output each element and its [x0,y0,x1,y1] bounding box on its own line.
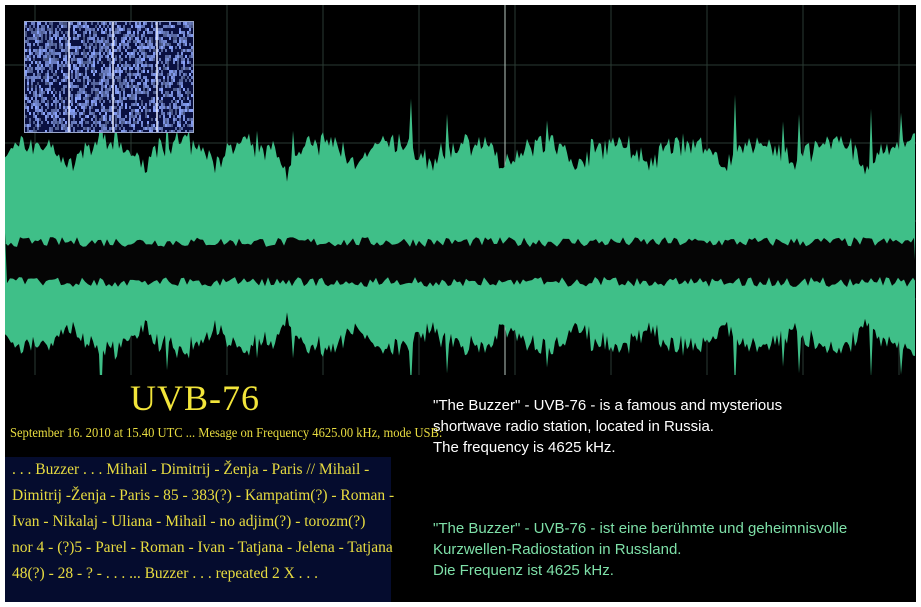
image-frame: UVB-76 September 16. 2010 at 15.40 UTC .… [5,5,916,602]
message-line: 48(?) - 28 - ? - . . . ... Buzzer . . . … [12,565,319,582]
description-german-line: Die Frequenz ist 4625 kHz. [433,562,614,579]
spectrogram-thumbnail-icon [24,21,194,133]
description-german-line: Kurzwellen-Radiostation in Russland. [433,541,682,558]
description-english-line: "The Buzzer" - UVB-76 - is a famous and … [433,397,783,414]
message-line: . . . Buzzer . . . Mihail - Dimitrij - Ž… [12,461,370,478]
message-line: nor 4 - (?)5 - Parel - Roman - Ivan - Ta… [12,539,393,556]
message-line: Dimitrij -Ženja - Paris - 85 - 383(?) - … [12,487,395,504]
description-german-line: "The Buzzer" - UVB-76 - ist eine berühmt… [433,520,848,537]
description-english-line: The frequency is 4625 kHz. [433,439,616,456]
station-title: UVB-76 [130,378,260,418]
description-english-line: shortwave radio station, located in Russ… [433,418,714,435]
broadcast-details: September 16. 2010 at 15.40 UTC ... Mesa… [10,425,443,440]
message-line: Ivan - Nikalaj - Uliana - Mihail - no ad… [12,513,366,530]
